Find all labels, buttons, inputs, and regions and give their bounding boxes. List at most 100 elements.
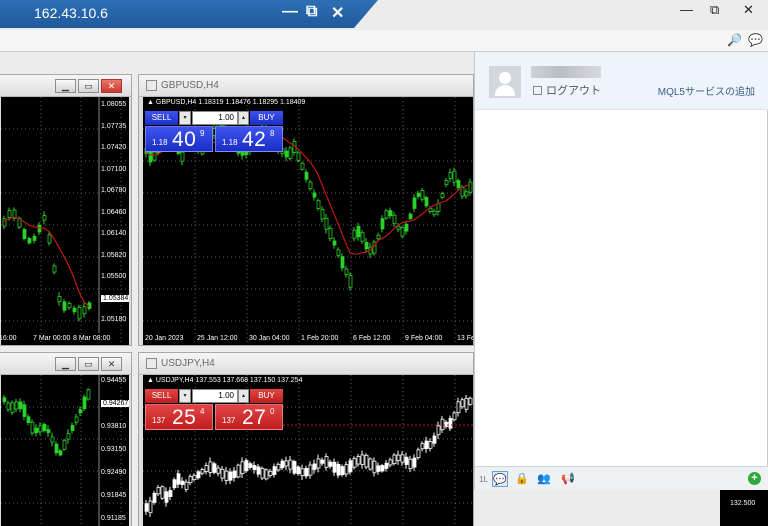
add-icon[interactable]: + (748, 472, 761, 485)
chart-plot-usdchf[interactable]: 0.94455 0.94267 0.93810 0.93150 0.92490 0.918… (1, 375, 129, 526)
chart-window-gbpusd[interactable]: GBPUSD,H4 ▲ GBPUSD,H4 1.18319 1.18476 1.… (138, 74, 474, 346)
candle-body (460, 187, 465, 197)
candle-body (77, 306, 82, 320)
mt-terminal-screen: — ⧉ ✕ 162.43.10.6 — ⧉ ✕ 🔎 💬 ▁ ▭ ✕ 1.0805… (0, 0, 768, 526)
axis-tick-label: 1.07420 (101, 144, 127, 151)
candle-body (188, 476, 193, 484)
chart-plot-gbpusd[interactable]: ▲ GBPUSD,H4 1.18319 1.18476 1.18295 1.18… (143, 97, 473, 345)
chart-plot-eurusd[interactable]: 1.08055 1.07735 1.07420 1.07100 1.06780 1.064… (1, 97, 129, 345)
quote-line: ▲ GBPUSD,H4 1.18319 1.18476 1.18295 1.18… (147, 99, 306, 106)
lock-icon[interactable]: 🔒 (514, 471, 530, 487)
candle-body (70, 425, 75, 431)
axis-tick-label: 7 Mar 00:00 (33, 335, 71, 342)
chart-maximize-button[interactable]: ▭ (78, 79, 99, 93)
buy-button[interactable]: BUY (250, 389, 283, 403)
candle-body (78, 409, 83, 414)
bid-price-fraction: 4 (200, 407, 205, 416)
sell-button[interactable]: SELL (145, 111, 178, 125)
users-icon[interactable]: 👥 (536, 471, 552, 487)
candle-body (372, 460, 377, 474)
logout-icon (533, 86, 542, 95)
window-restore-button[interactable]: ⧉ (710, 2, 719, 18)
candle-body (7, 210, 12, 219)
candle-body (384, 210, 389, 219)
chat-icon[interactable]: 💬 (748, 33, 763, 47)
chart-minimize-button[interactable]: ▁ (55, 79, 76, 93)
chart-window-usdchf[interactable]: ▁ ▭ ✕ 0.94455 0.94267 0.93810 0.93150 0.9249… (0, 352, 132, 526)
axis-tick-label: 0.93810 (101, 423, 127, 430)
candle-body (192, 474, 197, 481)
sell-button[interactable]: SELL (145, 389, 178, 403)
chart-close-button[interactable]: ✕ (101, 357, 122, 371)
candle-body (312, 192, 317, 198)
candle-body (308, 464, 313, 476)
axis-tick-label: 1.07100 (101, 165, 127, 173)
chart-minimize-button[interactable]: ▁ (55, 357, 76, 371)
candle-body (440, 418, 445, 431)
candle-body (344, 268, 349, 275)
add-mql5-services-link[interactable]: MQL5サービスの追加 (658, 83, 755, 98)
candle-body (304, 467, 309, 477)
bid-price-button[interactable]: 137 25 4 (145, 404, 213, 430)
candle-body (424, 197, 429, 207)
candle-body (284, 150, 289, 158)
candle-body (336, 464, 341, 476)
candle-body (376, 465, 381, 472)
remote-ip-address: 162.43.10.6 (34, 5, 108, 21)
volume-up-button[interactable]: ▴ (238, 111, 249, 125)
candle-body (208, 461, 213, 473)
axis-tick-label: 1.08055 (101, 101, 127, 108)
axis-tick-label: 1.05820 (101, 251, 127, 259)
chart-plot-usdjpy[interactable]: ▲ USDJPY,H4 137.553 137.668 137.150 137.… (143, 375, 473, 526)
window-close-button[interactable]: ✕ (743, 2, 754, 18)
candle-body (416, 449, 421, 458)
axis-tick-label: 0.91185 (101, 515, 126, 522)
axis-tick-label: 1.06140 (101, 230, 127, 237)
candle-body (396, 454, 401, 461)
candle-body (144, 503, 149, 512)
volume-input[interactable]: 1.00 (192, 389, 238, 403)
candle-body (74, 416, 79, 423)
megaphone-icon[interactable]: 📢 (560, 471, 576, 487)
buy-button[interactable]: BUY (250, 111, 283, 125)
chart-maximize-button[interactable]: ▭ (78, 357, 99, 371)
volume-down-button[interactable]: ▾ (179, 111, 191, 125)
candle-body (392, 454, 397, 465)
candle-body (82, 306, 87, 315)
logout-link[interactable]: ログアウト (533, 82, 601, 98)
volume-up-button[interactable]: ▴ (238, 389, 249, 403)
candle-body (396, 225, 401, 230)
candle-body (408, 458, 413, 470)
candle-body (38, 425, 43, 433)
ask-price-button[interactable]: 137 27 0 (215, 404, 283, 430)
candle-body (388, 459, 393, 466)
candle-body (436, 425, 441, 436)
candle-body (284, 460, 289, 467)
candle-body (340, 256, 345, 269)
axis-tick-label: 13 Feb 20:00 (457, 335, 473, 342)
candle-body (340, 466, 345, 476)
volume-down-button[interactable]: ▾ (179, 389, 191, 403)
chart-close-button[interactable]: ✕ (101, 79, 122, 93)
remote-minimize-button[interactable]: — (282, 3, 298, 21)
candle-body (400, 454, 405, 463)
candle-body (220, 468, 225, 479)
candle-body (164, 491, 169, 503)
ask-price-pips: 27 (242, 406, 267, 429)
chart-window-eurusd[interactable]: ▁ ▭ ✕ 1.08055 1.07735 1.07420 1.07100 1.0678… (0, 74, 132, 346)
chat-icon[interactable]: 💬 (492, 471, 508, 487)
bid-price-button[interactable]: 1.18 40 9 (145, 126, 213, 152)
remote-close-button[interactable]: ✕ (331, 3, 344, 23)
candle-body (172, 479, 177, 489)
axis-tick-label: 8 Mar 08:00 (73, 335, 111, 342)
candle-body (356, 226, 361, 238)
window-minimize-button[interactable]: — (680, 2, 693, 17)
candle-body (428, 441, 433, 449)
remote-restore-button[interactable]: ⧉ (306, 3, 317, 21)
candle-body (456, 180, 461, 189)
volume-input[interactable]: 1.00 (192, 111, 238, 125)
ask-price-button[interactable]: 1.18 42 8 (215, 126, 283, 152)
candle-body (352, 458, 357, 468)
search-icon[interactable]: 🔎 (727, 33, 742, 47)
chart-window-usdjpy[interactable]: USDJPY,H4 ▲ USDJPY,H4 137.553 137.668 13… (138, 352, 474, 526)
